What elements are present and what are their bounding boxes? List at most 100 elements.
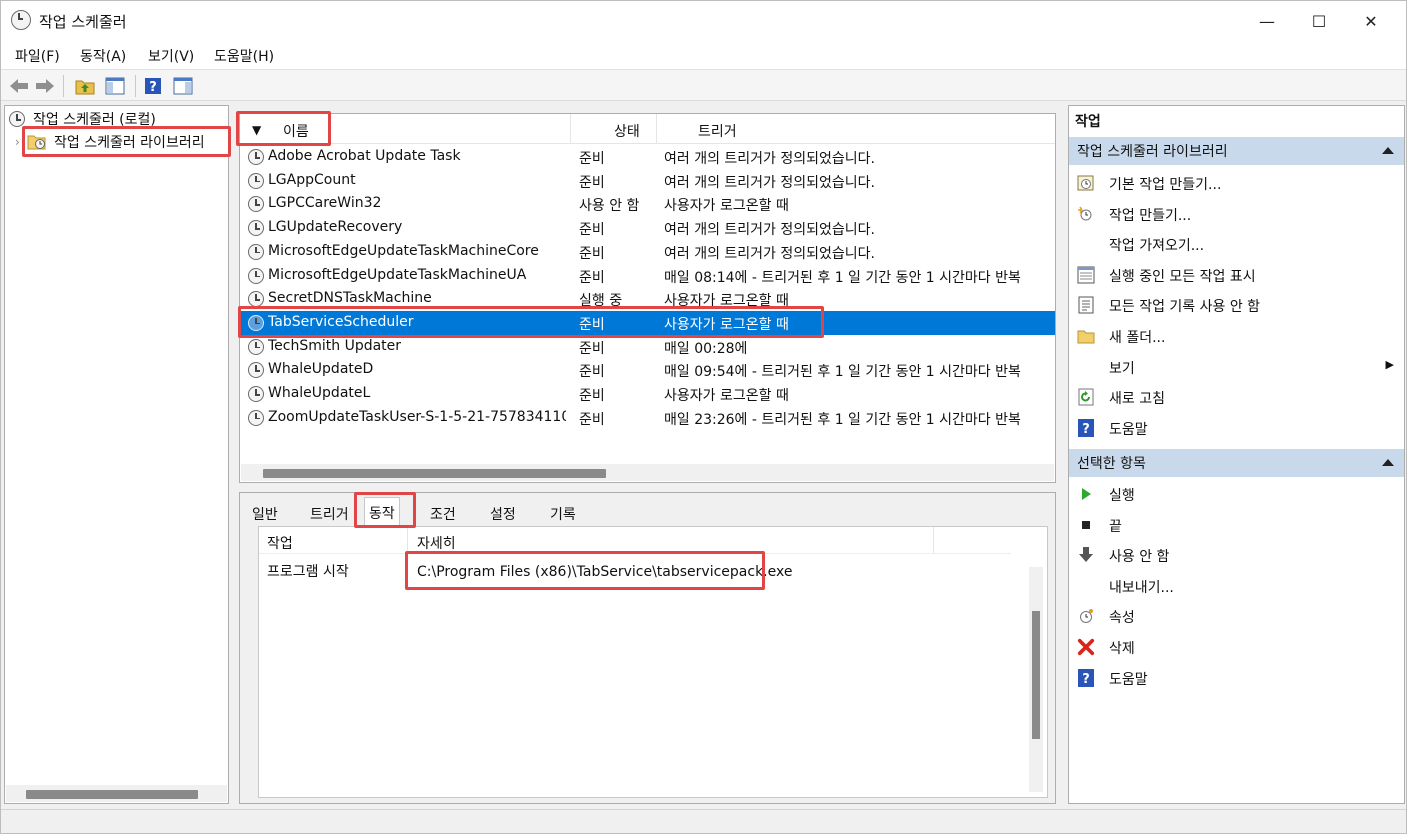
- task-row[interactable]: ZoomUpdateTaskUser-S-1-5-21-757834110-..…: [240, 406, 1055, 430]
- action-item[interactable]: 실행 중인 모든 작업 표시: [1069, 260, 1404, 290]
- task-row[interactable]: LGPCCareWin32 사용 안 함 사용자가 로그온할 때: [240, 192, 1055, 216]
- run-icon: [1077, 485, 1095, 503]
- tab-history[interactable]: 기록: [546, 501, 580, 527]
- action-row-details[interactable]: C:\Program Files (x86)\TabService\tabser…: [417, 564, 792, 580]
- tab-settings[interactable]: 설정: [486, 501, 520, 527]
- action-item-label: 삭제: [1109, 641, 1135, 657]
- task-name: MicrosoftEdgeUpdateTaskMachineUA: [268, 266, 527, 283]
- tree-horizontal-scrollbar[interactable]: [6, 785, 227, 802]
- menu-file[interactable]: 파일(F): [15, 46, 60, 66]
- task-list-horizontal-scrollbar[interactable]: [241, 464, 1054, 481]
- title-bar: 작업 스케줄러 — ☐ ✕: [1, 1, 1406, 41]
- tab-triggers[interactable]: 트리거: [306, 501, 353, 527]
- window-title: 작업 스케줄러: [39, 13, 127, 31]
- action-item[interactable]: ? 도움말: [1069, 413, 1404, 443]
- task-clock-icon: [248, 267, 264, 284]
- show-hide-console-tree-icon[interactable]: [103, 74, 127, 98]
- menu-view[interactable]: 보기(V): [148, 46, 194, 66]
- action-item[interactable]: ? 도움말: [1069, 663, 1404, 693]
- tab-general[interactable]: 일반: [248, 501, 282, 527]
- actions-vertical-scrollbar[interactable]: [1029, 567, 1043, 792]
- new-folder-icon: [1077, 327, 1095, 345]
- menu-bar: 파일(F) 동작(A) 보기(V) 도움말(H): [1, 41, 1406, 69]
- tree-library[interactable]: › 작업 스케줄러 라이브러리: [15, 131, 205, 153]
- action-item[interactable]: 보기 ▶: [1069, 352, 1404, 382]
- action-item-label: 실행: [1109, 488, 1135, 504]
- menu-help[interactable]: 도움말(H): [214, 46, 274, 66]
- scrollbar-thumb[interactable]: [1032, 611, 1040, 739]
- task-status: 준비: [579, 174, 605, 191]
- column-header-status[interactable]: 상태: [614, 121, 640, 141]
- task-clock-icon: [248, 220, 264, 237]
- actions-column-header-action[interactable]: 작업: [267, 533, 293, 553]
- task-row[interactable]: LGAppCount 준비 여러 개의 트리거가 정의되었습니다.: [240, 169, 1055, 193]
- column-header-trigger[interactable]: 트리거: [698, 121, 737, 141]
- task-scheduler-window: 작업 스케줄러 — ☐ ✕ 파일(F) 동작(A) 보기(V) 도움말(H) ?: [0, 0, 1407, 834]
- tab-conditions[interactable]: 조건: [426, 501, 460, 527]
- create-basic-task-icon: [1077, 174, 1095, 192]
- action-item-label: 새로 고침: [1109, 391, 1165, 408]
- action-item-label: 새 폴더...: [1109, 330, 1166, 346]
- action-item-label: 끝: [1109, 518, 1122, 535]
- action-item[interactable]: 실행: [1069, 479, 1404, 509]
- action-item[interactable]: 새로 고침: [1069, 382, 1404, 412]
- action-item[interactable]: 사용 안 함: [1069, 540, 1404, 570]
- task-row[interactable]: MicrosoftEdgeUpdateTaskMachineUA 준비 매일 08:…: [240, 264, 1055, 288]
- forward-icon[interactable]: [33, 74, 57, 98]
- action-item[interactable]: 모든 작업 기록 사용 안 함: [1069, 290, 1404, 320]
- task-status: 사용 안 함: [579, 198, 640, 215]
- action-item[interactable]: 새 폴더...: [1069, 321, 1404, 351]
- tree-library-label: 작업 스케줄러 라이브러리: [54, 135, 205, 151]
- back-icon[interactable]: [7, 74, 31, 98]
- task-trigger: 여러 개의 트리거가 정의되었습니다.: [664, 245, 875, 262]
- action-row-type[interactable]: 프로그램 시작: [267, 561, 349, 581]
- collapse-arrow-icon[interactable]: [1382, 459, 1394, 466]
- action-item[interactable]: 작업 가져오기...: [1069, 229, 1404, 259]
- scrollbar-thumb[interactable]: [263, 469, 606, 478]
- column-divider[interactable]: [656, 114, 657, 144]
- expand-chevron-icon[interactable]: ›: [15, 135, 27, 149]
- task-status: 준비: [579, 340, 605, 357]
- actions-column-header-details[interactable]: 자세히: [417, 533, 456, 553]
- task-row[interactable]: WhaleUpdateD 준비 매일 09:54에 - 트리거된 후 1 일 기간 …: [240, 358, 1055, 382]
- tab-actions[interactable]: 동작: [364, 497, 400, 527]
- action-item[interactable]: 작업 만들기...: [1069, 199, 1404, 229]
- column-divider[interactable]: [570, 114, 571, 144]
- task-row[interactable]: Adobe Acrobat Update Task 준비 여러 개의 트리거가 정의…: [240, 145, 1055, 169]
- task-status: 준비: [579, 222, 605, 239]
- up-folder-icon[interactable]: [73, 74, 97, 98]
- task-status: 준비: [579, 364, 605, 381]
- section-library[interactable]: 작업 스케줄러 라이브러리: [1069, 137, 1404, 165]
- task-row[interactable]: LGUpdateRecovery 준비 여러 개의 트리거가 정의되었습니다.: [240, 216, 1055, 240]
- create-task-icon: [1077, 205, 1095, 223]
- scrollbar-thumb[interactable]: [26, 790, 198, 799]
- task-row[interactable]: SecretDNSTaskMachine 실행 중 사용자가 로그온할 때: [240, 287, 1055, 311]
- maximize-button[interactable]: ☐: [1293, 1, 1345, 41]
- action-item-label: 작업 가져오기...: [1109, 238, 1205, 255]
- minimize-button[interactable]: —: [1241, 1, 1293, 41]
- menu-action[interactable]: 동작(A): [80, 46, 126, 66]
- actions-pane-title: 작업: [1075, 114, 1101, 130]
- action-item[interactable]: 기본 작업 만들기...: [1069, 168, 1404, 198]
- task-row[interactable]: MicrosoftEdgeUpdateTaskMachineCore 준비 여러 개…: [240, 240, 1055, 264]
- task-name: LGUpdateRecovery: [268, 219, 403, 236]
- action-item-label: 보기: [1109, 360, 1135, 377]
- action-item[interactable]: 속성: [1069, 601, 1404, 631]
- task-row[interactable]: WhaleUpdateL 준비 사용자가 로그온할 때: [240, 382, 1055, 406]
- help-icon[interactable]: ?: [141, 74, 165, 98]
- actions-table: 작업 자세히 프로그램 시작 C:\Program Files (x86)\Ta…: [258, 526, 1048, 798]
- task-row[interactable]: TabServiceScheduler 준비 사용자가 로그온할 때: [240, 310, 1055, 335]
- action-item-label: 작업 만들기...: [1109, 207, 1192, 224]
- task-row[interactable]: TechSmith Updater 준비 매일 00:28에: [240, 335, 1055, 359]
- section-selected-item[interactable]: 선택한 항목: [1069, 449, 1404, 477]
- collapse-arrow-icon[interactable]: [1382, 147, 1394, 154]
- action-item[interactable]: 내보내기...: [1069, 571, 1404, 601]
- svg-text:?: ?: [1082, 422, 1090, 437]
- close-button[interactable]: ✕: [1345, 1, 1397, 41]
- column-header-name[interactable]: 이름: [283, 121, 309, 141]
- action-item[interactable]: 끝: [1069, 510, 1404, 540]
- action-item[interactable]: 삭제: [1069, 632, 1404, 662]
- tree-root[interactable]: 작업 스케줄러 (로컬): [9, 108, 156, 130]
- show-hide-action-pane-icon[interactable]: [171, 74, 195, 98]
- task-trigger: 사용자가 로그온할 때: [664, 293, 789, 310]
